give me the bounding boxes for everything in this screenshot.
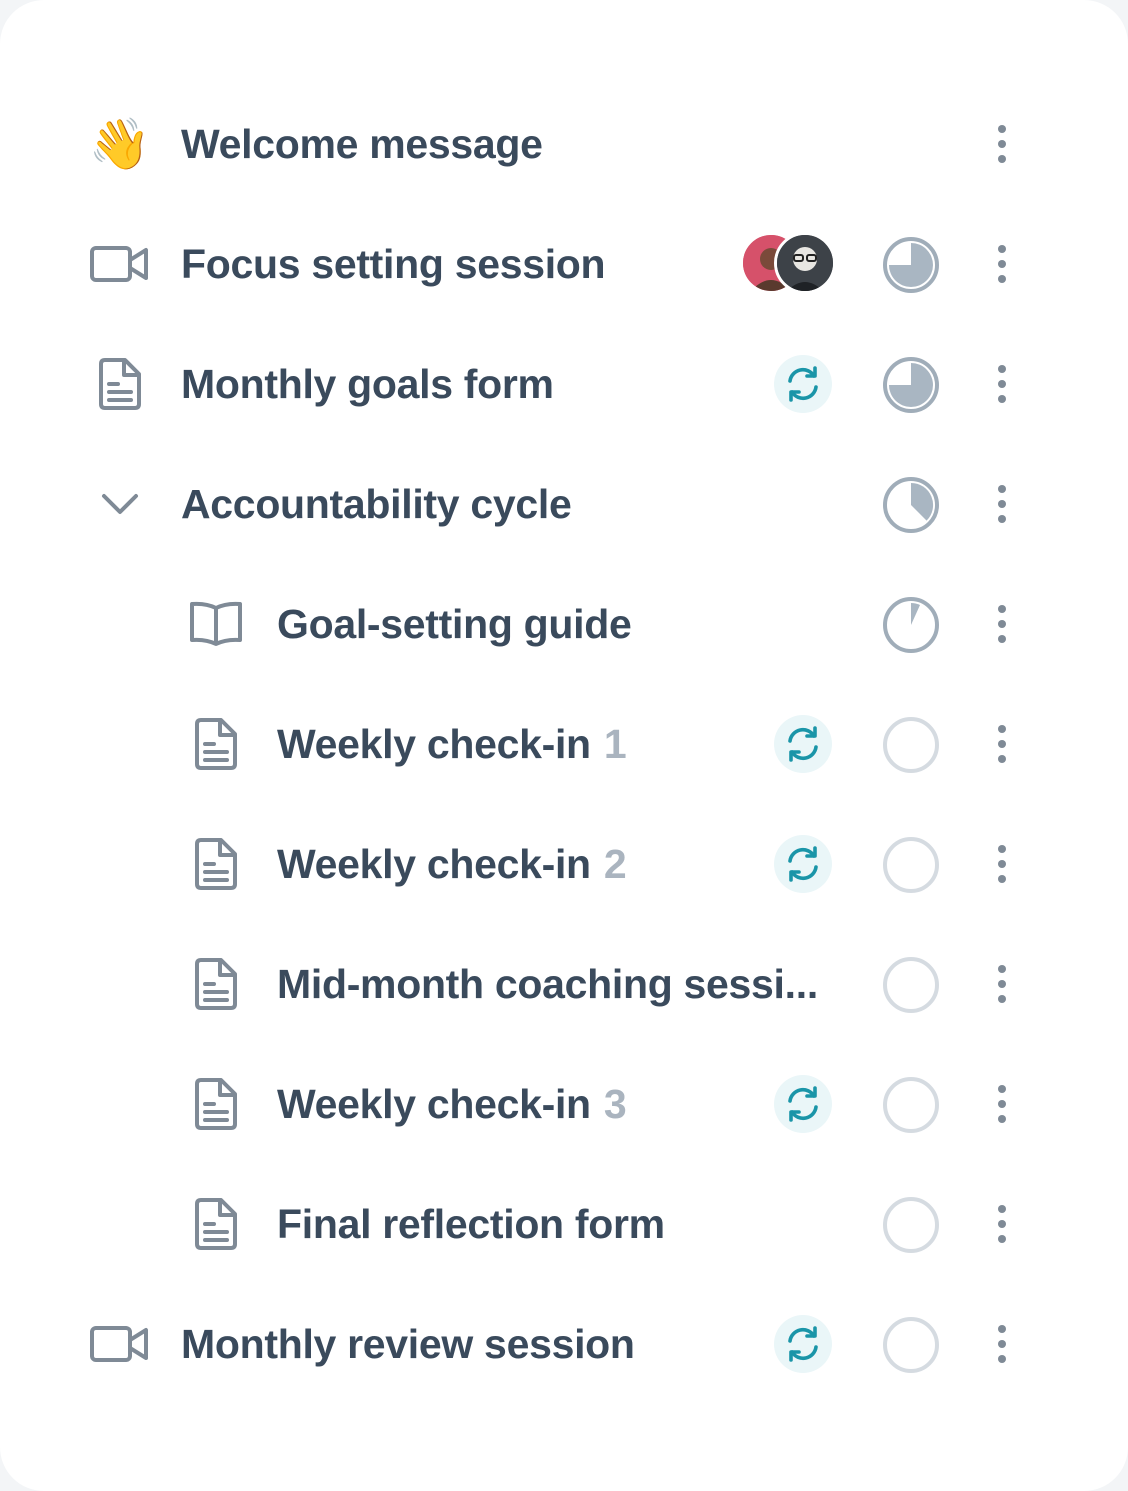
item-label: Monthly goals form [181, 361, 554, 407]
sync-icon[interactable] [774, 1315, 832, 1373]
list-item-mid-month-coaching-session[interactable]: Mid-month coaching sessi... [0, 924, 1128, 1044]
more-options-icon[interactable] [986, 834, 1018, 894]
progress-indicator [883, 957, 939, 1013]
list-item-weekly-check-in-1[interactable]: Weekly check-in 1 [0, 684, 1128, 804]
curriculum-card: 👋 Welcome message Focus setting session [0, 0, 1128, 1491]
document-icon [90, 354, 150, 414]
sync-icon[interactable] [774, 835, 832, 893]
waving-hand-icon: 👋 [88, 116, 152, 172]
list-item-welcome-message[interactable]: 👋 Welcome message [0, 84, 1128, 204]
progress-indicator [883, 597, 939, 653]
chevron-down-icon[interactable] [90, 474, 150, 534]
more-options-icon[interactable] [986, 594, 1018, 654]
progress-indicator [883, 477, 939, 533]
item-label: Monthly review session [181, 1321, 635, 1367]
more-options-icon[interactable] [986, 1074, 1018, 1134]
item-number: 1 [603, 721, 627, 767]
list-item-weekly-check-in-3[interactable]: Weekly check-in 3 [0, 1044, 1128, 1164]
document-icon [186, 954, 246, 1014]
list-item-accountability-cycle[interactable]: Accountability cycle [0, 444, 1128, 564]
document-icon [186, 834, 246, 894]
item-number: 3 [603, 1081, 627, 1127]
item-label: Weekly check-in 2 [277, 841, 627, 887]
progress-indicator [883, 1197, 939, 1253]
video-camera-icon [90, 234, 150, 294]
sync-icon[interactable] [774, 1075, 832, 1133]
item-label: Weekly check-in 3 [277, 1081, 627, 1127]
progress-indicator [883, 1077, 939, 1133]
more-options-icon[interactable] [986, 234, 1018, 294]
item-number: 2 [603, 841, 627, 887]
item-label: Final reflection form [277, 1201, 665, 1247]
progress-indicator [883, 717, 939, 773]
sync-icon[interactable] [774, 715, 832, 773]
progress-indicator [883, 237, 939, 293]
more-options-icon[interactable] [986, 474, 1018, 534]
item-label: Welcome message [181, 121, 543, 167]
document-icon [186, 1074, 246, 1134]
document-icon [186, 714, 246, 774]
more-options-icon[interactable] [986, 1314, 1018, 1374]
item-label: Goal-setting guide [277, 601, 632, 647]
document-icon [186, 1194, 246, 1254]
progress-indicator [883, 1317, 939, 1373]
more-options-icon[interactable] [986, 354, 1018, 414]
list-item-weekly-check-in-2[interactable]: Weekly check-in 2 [0, 804, 1128, 924]
item-label: Focus setting session [181, 241, 606, 287]
list-item-monthly-goals-form[interactable]: Monthly goals form [0, 324, 1128, 444]
sync-icon[interactable] [774, 355, 832, 413]
item-label: Accountability cycle [181, 481, 572, 527]
item-label: Mid-month coaching sessi... [277, 961, 818, 1007]
more-options-icon[interactable] [986, 114, 1018, 174]
progress-indicator [883, 357, 939, 413]
attendee-avatars[interactable] [740, 232, 840, 296]
list-item-goal-setting-guide[interactable]: Goal-setting guide [0, 564, 1128, 684]
list-item-monthly-review-session[interactable]: Monthly review session [0, 1284, 1128, 1404]
avatar [774, 232, 836, 294]
more-options-icon[interactable] [986, 954, 1018, 1014]
progress-indicator [883, 837, 939, 893]
book-icon [186, 594, 246, 654]
more-options-icon[interactable] [986, 1194, 1018, 1254]
video-camera-icon [90, 1314, 150, 1374]
item-label: Weekly check-in 1 [277, 721, 627, 767]
list-item-final-reflection-form[interactable]: Final reflection form [0, 1164, 1128, 1284]
more-options-icon[interactable] [986, 714, 1018, 774]
list-item-focus-setting-session[interactable]: Focus setting session [0, 204, 1128, 324]
